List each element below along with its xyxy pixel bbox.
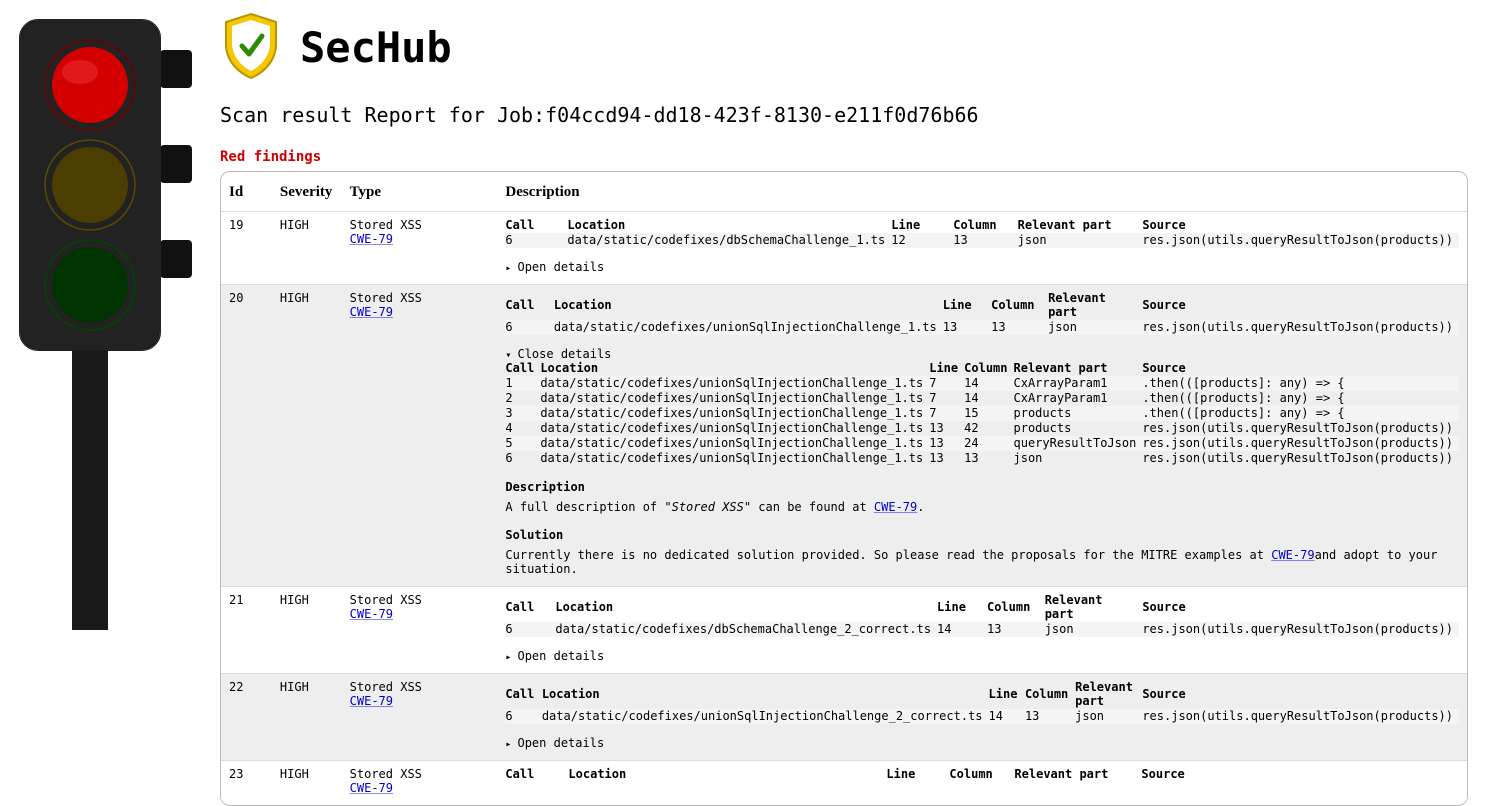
finding-description-cell: CallLocationLineColumnRelevant partSourc… bbox=[497, 761, 1467, 806]
app-title: SecHub bbox=[300, 23, 452, 72]
close-details-toggle[interactable]: Close details bbox=[505, 347, 1459, 361]
finding-description-cell: CallLocationLineColumnRelevant partSourc… bbox=[497, 587, 1467, 674]
cwe-link[interactable]: CWE-79 bbox=[874, 500, 917, 514]
solution-text: Currently there is no dedicated solution… bbox=[505, 548, 1459, 576]
finding-row: 19HIGHStored XSSCWE-79CallLocationLineCo… bbox=[221, 212, 1467, 285]
cwe-link[interactable]: CWE-79 bbox=[350, 232, 393, 246]
finding-type: Stored XSSCWE-79 bbox=[342, 587, 498, 674]
open-details-toggle[interactable]: Open details bbox=[505, 649, 1459, 663]
finding-id: 19 bbox=[221, 212, 272, 285]
traffic-light-icon bbox=[0, 0, 200, 633]
finding-row: 22HIGHStored XSSCWE-79CallLocationLineCo… bbox=[221, 674, 1467, 761]
finding-id: 22 bbox=[221, 674, 272, 761]
finding-row: 20HIGHStored XSSCWE-79CallLocationLineCo… bbox=[221, 285, 1467, 587]
finding-id: 23 bbox=[221, 761, 272, 806]
finding-row: 21HIGHStored XSSCWE-79CallLocationLineCo… bbox=[221, 587, 1467, 674]
finding-id: 20 bbox=[221, 285, 272, 587]
finding-severity: HIGH bbox=[272, 587, 342, 674]
finding-severity: HIGH bbox=[272, 285, 342, 587]
description-label: Description bbox=[505, 480, 1459, 494]
finding-severity: HIGH bbox=[272, 674, 342, 761]
open-details-toggle[interactable]: Open details bbox=[505, 260, 1459, 274]
solution-label: Solution bbox=[505, 528, 1459, 542]
red-findings-heading: Red findings bbox=[220, 149, 1468, 165]
description-text: A full description of "Stored XSS" can b… bbox=[505, 500, 1459, 514]
finding-id: 21 bbox=[221, 587, 272, 674]
open-details-toggle[interactable]: Open details bbox=[505, 736, 1459, 750]
finding-type: Stored XSSCWE-79 bbox=[342, 285, 498, 587]
cwe-link[interactable]: CWE-79 bbox=[350, 607, 393, 621]
findings-table-container: Id Severity Type Description 19HIGHStore… bbox=[220, 171, 1468, 806]
finding-type: Stored XSSCWE-79 bbox=[342, 674, 498, 761]
cwe-link[interactable]: CWE-79 bbox=[350, 781, 393, 795]
finding-row: 23HIGHStored XSSCWE-79CallLocationLineCo… bbox=[221, 761, 1467, 806]
findings-table: Id Severity Type Description 19HIGHStore… bbox=[221, 172, 1467, 805]
finding-severity: HIGH bbox=[272, 212, 342, 285]
finding-description-cell: CallLocationLineColumnRelevant partSourc… bbox=[497, 674, 1467, 761]
report-subtitle: Scan result Report for Job:f04ccd94-dd18… bbox=[220, 103, 1468, 127]
col-header-description: Description bbox=[497, 172, 1467, 212]
finding-severity: HIGH bbox=[272, 761, 342, 806]
col-header-type: Type bbox=[342, 172, 498, 212]
cwe-link[interactable]: CWE-79 bbox=[350, 694, 393, 708]
finding-description-cell: CallLocationLineColumnRelevant partSourc… bbox=[497, 212, 1467, 285]
col-header-severity: Severity bbox=[272, 172, 342, 212]
shield-check-icon bbox=[220, 10, 282, 85]
cwe-link[interactable]: CWE-79 bbox=[1271, 548, 1314, 562]
col-header-id: Id bbox=[221, 172, 272, 212]
finding-description-cell: CallLocationLineColumnRelevant partSourc… bbox=[497, 285, 1467, 587]
cwe-link[interactable]: CWE-79 bbox=[350, 305, 393, 319]
finding-type: Stored XSSCWE-79 bbox=[342, 212, 498, 285]
finding-type: Stored XSSCWE-79 bbox=[342, 761, 498, 806]
